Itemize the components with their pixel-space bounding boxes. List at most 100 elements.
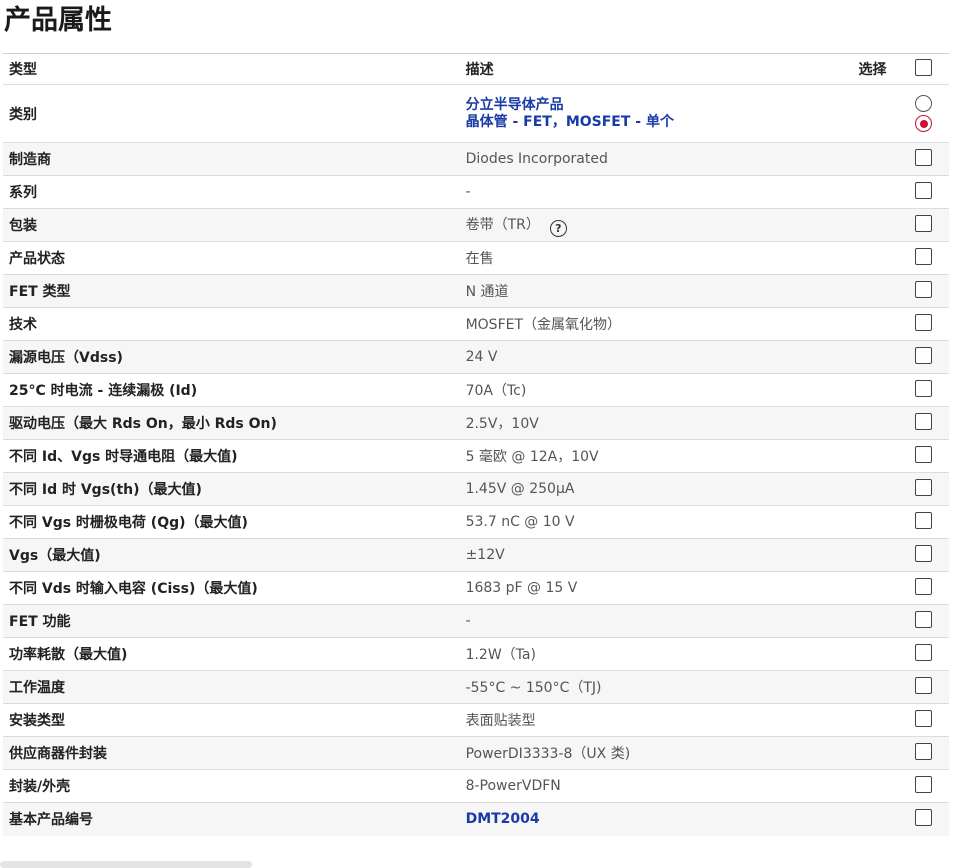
table-row: 不同 Id 时 Vgs(th)（最大值) 1.45V @ 250µA (3, 472, 949, 506)
select-checkbox[interactable] (915, 610, 933, 628)
select-cell (898, 604, 949, 638)
select-spacer (852, 571, 899, 605)
select-checkbox[interactable] (915, 676, 933, 694)
attribute-value-text: 1.2W（Ta) (465, 647, 536, 663)
select-cell (898, 637, 949, 671)
table-row: 制造商 Diodes Incorporated (3, 142, 949, 176)
attribute-value-text: 24 V (465, 349, 498, 365)
select-spacer (852, 241, 899, 275)
table-row: 包装 卷带（TR）? (3, 208, 949, 242)
attribute-name: 安装类型 (3, 703, 460, 737)
select-cell (898, 505, 949, 539)
base-product-number-link[interactable]: DMT2004 (459, 802, 853, 836)
select-spacer (852, 340, 899, 374)
attribute-value: 53.7 nC @ 10 V (459, 505, 853, 539)
table-row: Vgs（最大值) ±12V (3, 538, 949, 572)
attribute-name: 基本产品编号 (3, 802, 460, 836)
select-all-checkbox[interactable] (915, 58, 933, 76)
attribute-name: 产品状态 (3, 241, 460, 275)
attribute-value-text: 53.7 nC @ 10 V (465, 514, 575, 530)
select-checkbox[interactable] (915, 148, 933, 166)
table-row: 安装类型 表面贴装型 (3, 703, 949, 737)
select-cell (898, 472, 949, 506)
select-spacer (852, 703, 899, 737)
select-checkbox[interactable] (915, 478, 933, 496)
select-checkbox[interactable] (915, 346, 933, 364)
category-radio-discrete[interactable] (915, 95, 933, 112)
attribute-name: FET 功能 (3, 604, 460, 638)
attribute-value: Diodes Incorporated (459, 142, 853, 176)
select-checkbox[interactable] (915, 214, 933, 232)
select-cell (898, 802, 949, 836)
table-row: 不同 Vds 时输入电容 (Ciss)（最大值) 1683 pF @ 15 V (3, 571, 949, 605)
select-checkbox[interactable] (915, 544, 933, 562)
attribute-name: 不同 Vgs 时栅极电荷 (Qg)（最大值) (3, 505, 460, 539)
attribute-value-text: -55°C ~ 150°C（TJ) (465, 680, 602, 696)
attribute-value: 在售 (459, 241, 853, 275)
select-checkbox[interactable] (915, 181, 933, 199)
select-checkbox[interactable] (915, 511, 933, 529)
attribute-value-text: PowerDI3333-8（UX 类) (465, 746, 631, 762)
select-checkbox[interactable] (915, 412, 933, 430)
select-cell (898, 175, 949, 209)
select-checkbox[interactable] (915, 313, 933, 331)
select-spacer (852, 505, 899, 539)
category-link-discrete[interactable]: 分立半导体产品 (466, 97, 847, 114)
select-cell (898, 406, 949, 440)
select-checkbox[interactable] (915, 445, 933, 463)
table-row: FET 类型 N 通道 (3, 274, 949, 308)
attribute-value: 24 V (459, 340, 853, 374)
select-cell (898, 241, 949, 275)
table-row: 基本产品编号 DMT2004 (3, 802, 949, 836)
attribute-value-text: 表面贴装型 (465, 713, 536, 729)
select-checkbox[interactable] (915, 643, 933, 661)
product-attributes-table: 类型 描述 选择 类别 分立半导体产品 晶体管 - FET，MOSFET - 单… (3, 53, 949, 836)
question-circle-icon[interactable]: ? (549, 219, 567, 237)
page-title: 产品属性 (4, 5, 112, 36)
select-spacer (852, 274, 899, 308)
attribute-value-text: 8-PowerVDFN (465, 778, 561, 794)
table-row: 漏源电压（Vdss) 24 V (3, 340, 949, 374)
select-checkbox[interactable] (915, 775, 933, 793)
category-options: 分立半导体产品 晶体管 - FET，MOSFET - 单个 (459, 84, 853, 143)
attribute-value-text: MOSFET（金属氧化物） (465, 317, 622, 333)
horizontal-scrollbar[interactable] (0, 861, 252, 868)
attribute-value: 2.5V，10V (459, 406, 853, 440)
select-checkbox[interactable] (915, 577, 933, 595)
attribute-value-text: - (465, 613, 471, 629)
category-link-mosfet[interactable]: 晶体管 - FET，MOSFET - 单个 (466, 114, 847, 131)
attribute-value: 1.45V @ 250µA (459, 472, 853, 506)
select-spacer (852, 439, 899, 473)
attribute-name: FET 类型 (3, 274, 460, 308)
select-cell (898, 439, 949, 473)
attribute-value-text: DMT2004 (465, 811, 540, 828)
table-row: 工作温度 -55°C ~ 150°C（TJ) (3, 670, 949, 704)
attribute-name: 封装/外壳 (3, 769, 460, 803)
attribute-name: 功率耗散（最大值) (3, 637, 460, 671)
select-cell (898, 274, 949, 308)
attribute-value: 5 毫欧 @ 12A，10V (459, 439, 853, 473)
select-checkbox[interactable] (915, 808, 933, 826)
select-checkbox[interactable] (915, 742, 933, 760)
table-row: 供应商器件封装 PowerDI3333-8（UX 类) (3, 736, 949, 770)
select-spacer (852, 373, 899, 407)
table-row: 功率耗散（最大值) 1.2W（Ta) (3, 637, 949, 671)
category-row: 类别 分立半导体产品 晶体管 - FET，MOSFET - 单个 (3, 84, 949, 143)
header-select: 选择 (852, 53, 899, 85)
category-label: 类别 (3, 84, 460, 143)
select-checkbox[interactable] (915, 247, 933, 265)
category-radio-mosfet[interactable] (915, 115, 933, 132)
attribute-name: 技术 (3, 307, 460, 341)
select-checkbox[interactable] (915, 709, 933, 727)
attribute-name: 系列 (3, 175, 460, 209)
select-cell (898, 538, 949, 572)
table-row: 25°C 时电流 - 连续漏极 (Id) 70A（Tc) (3, 373, 949, 407)
select-checkbox[interactable] (915, 379, 933, 397)
select-cell (898, 703, 949, 737)
attribute-value: -55°C ~ 150°C（TJ) (459, 670, 853, 704)
select-cell (898, 571, 949, 605)
attribute-name: 不同 Id、Vgs 时导通电阻（最大值) (3, 439, 460, 473)
select-spacer (852, 472, 899, 506)
attribute-value: 1683 pF @ 15 V (459, 571, 853, 605)
select-checkbox[interactable] (915, 280, 933, 298)
